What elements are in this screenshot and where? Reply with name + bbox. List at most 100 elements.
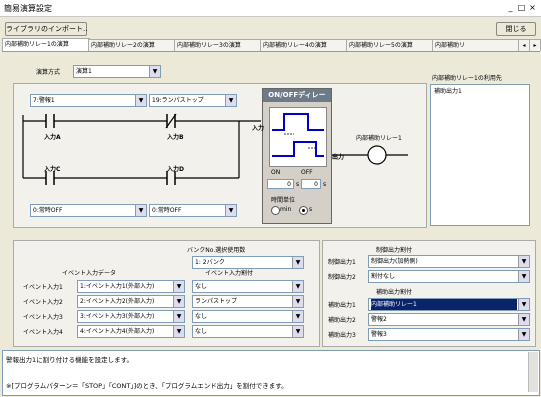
event-input-1-data: 1:イベント入力1(外部入力) <box>80 283 155 290</box>
event-input-2-assign: ランパストップ <box>195 298 238 305</box>
off-unit-label: s <box>323 181 327 188</box>
event-input-3-data-select[interactable]: 3:イベント入力3(外部入力) ▼ <box>77 310 185 323</box>
tab-relay-4[interactable]: 内部補助リレー4の演算 <box>260 39 348 51</box>
event-input-1-label: イベント入力1 <box>23 284 63 291</box>
description-line-1: 警報出力1に割り付ける機能を設定します。 <box>6 356 133 364</box>
event-input-3-data: 3:イベント入力3(外部入力) <box>80 313 155 320</box>
tab-relay-6[interactable]: 内部補助リ <box>432 39 520 51</box>
chevron-down-icon: ▼ <box>225 205 236 216</box>
s-label: s <box>309 206 313 213</box>
tab-relay-3[interactable]: 内部補助リレー3の演算 <box>174 39 262 51</box>
usage-list[interactable]: 補助出力1 <box>430 84 530 226</box>
chevron-down-icon: ▼ <box>173 311 184 322</box>
control-output-1-select[interactable]: 制御出力(加熱側) ▼ <box>368 255 530 268</box>
bank-label: バンクNo.選択使用数 <box>187 247 246 254</box>
chevron-down-icon: ▼ <box>173 281 184 292</box>
input-b-select[interactable]: 19:ランパストップ ▼ <box>149 94 237 107</box>
tab-scroll-right-icon[interactable]: ▸ <box>529 39 541 51</box>
time-unit-label: 時間単位 <box>271 197 296 204</box>
close-button[interactable]: 閉じる <box>496 22 536 36</box>
input-a-select[interactable]: 7:警報1 ▼ <box>30 94 147 107</box>
chevron-down-icon: ▼ <box>292 296 303 307</box>
import-library-button[interactable]: ライブラリのインポート.. <box>5 22 87 36</box>
input-b-label: 入力B <box>167 134 184 141</box>
close-icon[interactable]: × <box>527 2 538 13</box>
chevron-down-icon: ▼ <box>292 326 303 337</box>
chevron-down-icon: ▼ <box>135 95 146 106</box>
chevron-down-icon: ▼ <box>292 257 303 268</box>
chevron-down-icon: ▼ <box>173 326 184 337</box>
control-output-title: 制御出力割付 <box>376 247 413 254</box>
aux-output-2-value: 警報2 <box>371 316 387 323</box>
event-input-4-assign-select[interactable]: なし ▼ <box>192 325 304 338</box>
on-label: ON <box>271 169 281 176</box>
s-radio[interactable] <box>299 206 308 215</box>
event-input-4-label: イベント入力4 <box>23 329 63 336</box>
window-title: 簡易演算設定 <box>4 4 52 13</box>
chevron-down-icon: ▼ <box>173 296 184 307</box>
description-line-2: ※[プログラムパターン＝「STOP」「CONT」]のとき、「プログラムエンド出力… <box>6 382 288 390</box>
input-c-select[interactable]: 0:常時OFF ▼ <box>30 204 147 217</box>
input-c-value: 0:常時OFF <box>33 207 63 214</box>
input-a-label: 入力A <box>44 134 61 141</box>
event-input-3-assign: なし <box>195 313 208 320</box>
min-radio[interactable] <box>271 206 280 215</box>
tab-relay-5[interactable]: 内部補助リレー5の演算 <box>346 39 434 51</box>
tab-relay-1[interactable]: 内部補助リレー1の演算 <box>2 38 90 51</box>
off-delay-input[interactable]: 0 <box>301 179 321 189</box>
delay-block: ON/OFFディレー ON OFF 0 s 0 s 時間単位 min s <box>262 88 332 224</box>
chevron-down-icon: ▼ <box>518 256 529 267</box>
off-label: OFF <box>301 169 313 176</box>
chevron-down-icon: ▼ <box>149 66 160 77</box>
chevron-down-icon: ▼ <box>135 205 146 216</box>
output-relay-label: 内部補助リレー1 <box>356 135 402 142</box>
description-box: 警報出力1に割り付ける機能を設定します。 ※[プログラムパターン＝「STOP」「… <box>2 350 540 396</box>
input-d-select[interactable]: 0:常時OFF ▼ <box>149 204 237 217</box>
min-label: min <box>280 206 292 213</box>
input-d-label: 入力D <box>167 166 184 173</box>
delay-timing-chart <box>269 107 327 167</box>
event-input-3-label: イベント入力3 <box>23 314 63 321</box>
event-input-1-data-select[interactable]: 1:イベント入力1(外部入力) ▼ <box>77 280 185 293</box>
aux-output-title: 補助出力割付 <box>376 289 413 296</box>
input-d-value: 0:常時OFF <box>152 207 182 214</box>
chevron-down-icon: ▼ <box>518 271 529 282</box>
aux-output-1-value: 内部補助リレー1 <box>371 299 517 310</box>
event-input-2-assign-select[interactable]: ランパストップ ▼ <box>192 295 304 308</box>
event-input-assign-label: イベント入力割付 <box>205 270 254 277</box>
list-item[interactable]: 補助出力1 <box>431 85 529 96</box>
control-output-2-select[interactable]: 割付なし ▼ <box>368 270 530 283</box>
tab-strip: 内部補助リレー1の演算 内部補助リレー2の演算 内部補助リレー3の演算 内部補助… <box>2 38 541 52</box>
event-input-2-label: イベント入力2 <box>23 299 63 306</box>
event-input-2-data: 2:イベント入力2(外部入力) <box>80 298 155 305</box>
title-bar: 簡易演算設定 _ □ × <box>0 0 541 17</box>
event-input-1-assign-select[interactable]: なし ▼ <box>192 280 304 293</box>
on-unit-label: s <box>296 181 300 188</box>
minimize-icon[interactable]: _ <box>505 2 516 13</box>
on-delay-input[interactable]: 0 <box>267 179 294 189</box>
control-output-2-value: 割付なし <box>371 273 396 280</box>
control-output-1-label: 制御出力1 <box>328 259 356 266</box>
input-c-label: 入力C <box>44 166 61 173</box>
aux-output-3-select[interactable]: 警報3 ▼ <box>368 328 530 341</box>
event-input-4-data: 4:イベント入力4(外部入力) <box>80 328 155 335</box>
event-input-2-data-select[interactable]: 2:イベント入力2(外部入力) ▼ <box>77 295 185 308</box>
aux-output-1-select[interactable]: 内部補助リレー1 ▼ <box>368 298 530 311</box>
event-input-4-assign: なし <box>195 328 208 335</box>
event-input-1-assign: なし <box>195 283 208 290</box>
maximize-icon[interactable]: □ <box>516 2 527 13</box>
tab-relay-2[interactable]: 内部補助リレー2の演算 <box>88 39 176 51</box>
aux-output-3-value: 警報3 <box>371 331 387 338</box>
chevron-down-icon: ▼ <box>518 314 529 325</box>
event-input-3-assign-select[interactable]: なし ▼ <box>192 310 304 323</box>
aux-output-2-select[interactable]: 警報2 ▼ <box>368 313 530 326</box>
control-output-2-label: 制御出力2 <box>328 274 356 281</box>
aux-output-1-label: 補助出力1 <box>328 302 356 309</box>
chevron-down-icon: ▼ <box>518 299 529 310</box>
method-select[interactable]: 演算1 ▼ <box>73 65 161 78</box>
chevron-down-icon: ▼ <box>518 329 529 340</box>
aux-output-3-label: 補助出力3 <box>328 332 356 339</box>
event-input-4-data-select[interactable]: 4:イベント入力4(外部入力) ▼ <box>77 325 185 338</box>
description-scrollbar[interactable] <box>528 352 538 392</box>
delay-title: ON/OFFディレー <box>263 89 331 102</box>
